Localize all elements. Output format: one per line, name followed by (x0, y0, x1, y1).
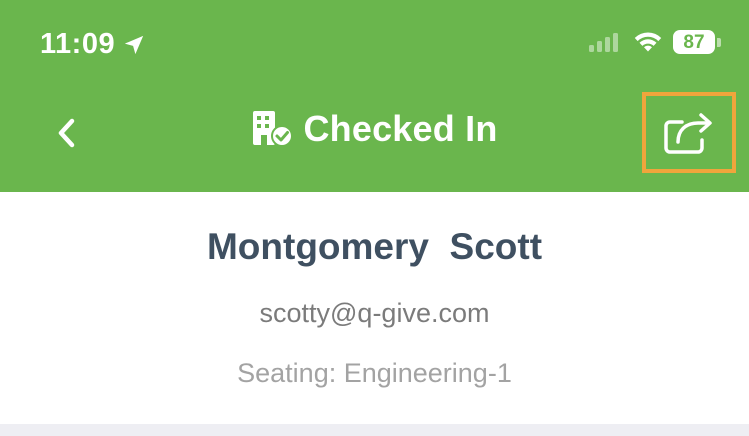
status-time-group: 11:09 (40, 28, 145, 61)
battery-level: 87 (673, 30, 715, 54)
attendee-name: Montgomery Scott (206, 226, 543, 267)
header: 11:09 87 Checked In (0, 0, 749, 192)
nav-title-group: Checked In (0, 108, 749, 150)
building-check-icon (251, 109, 295, 149)
battery-icon: 87 (673, 30, 721, 54)
battery-tip (717, 37, 721, 47)
status-time: 11:09 (40, 28, 116, 60)
cellular-signal-icon (589, 32, 623, 52)
share-button[interactable] (642, 92, 736, 173)
share-icon (662, 110, 716, 156)
nav-bar: Checked In (0, 92, 749, 192)
status-bar: 11:09 87 (0, 0, 749, 92)
wifi-icon (633, 31, 663, 53)
page-title: Checked In (303, 108, 498, 149)
attendee-email: scotty@q-give.com (259, 298, 490, 328)
check-in-screen: 11:09 87 Checked In Montgomery Scott sco… (0, 0, 749, 436)
status-indicators: 87 (589, 30, 721, 54)
location-arrow-icon (123, 34, 145, 56)
section-divider (0, 424, 749, 436)
attendee-profile: Montgomery Scott scotty@q-give.com Seati… (0, 192, 749, 424)
attendee-seating: Seating: Engineering-1 (237, 358, 512, 388)
